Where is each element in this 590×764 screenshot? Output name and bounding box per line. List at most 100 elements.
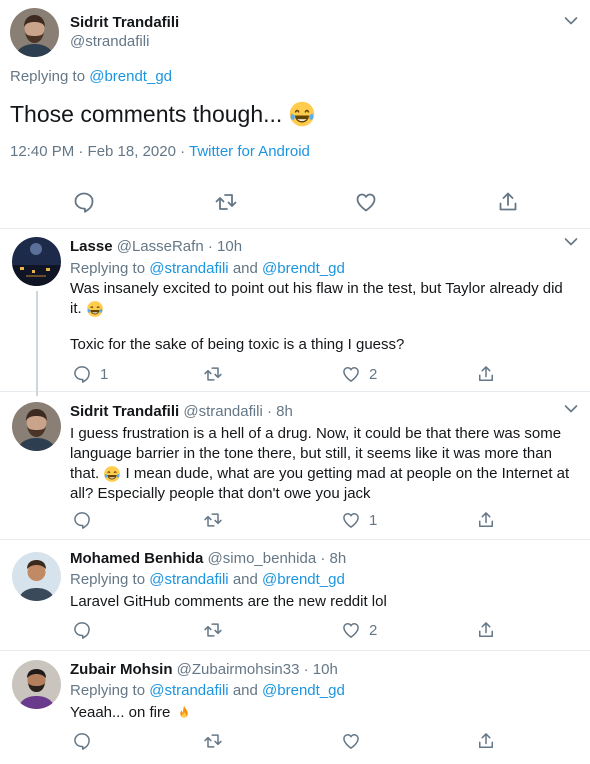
share-button[interactable]	[476, 731, 496, 751]
author-handle[interactable]: @strandafili	[183, 403, 262, 420]
share-button[interactable]	[476, 620, 496, 640]
like-button[interactable]: 2	[341, 364, 377, 384]
tweet-source[interactable]: Twitter for Android	[189, 143, 310, 160]
share-button[interactable]	[476, 510, 496, 530]
reply-line: language barrier in the tone there, but …	[70, 445, 552, 462]
reply-icon	[72, 190, 96, 214]
author-name[interactable]: Sidrit Trandafili	[70, 14, 179, 31]
reply-line: Toxic for the sake of being toxic is a t…	[70, 336, 405, 353]
retweet-button[interactable]	[214, 190, 238, 214]
like-count: 2	[369, 365, 378, 383]
like-icon	[341, 731, 361, 751]
caret-down-icon[interactable]	[564, 16, 578, 26]
reply-actions: 1 2	[0, 362, 590, 386]
author-handle[interactable]: @simo_benhida	[208, 550, 317, 567]
like-button[interactable]	[354, 190, 378, 214]
like-icon	[341, 364, 361, 384]
retweet-button[interactable]	[203, 510, 223, 530]
replying-prefix: Replying to	[70, 260, 150, 277]
reply-body: Laravel GitHub comments are the new redd…	[70, 592, 575, 612]
retweet-button[interactable]	[203, 620, 223, 640]
reply-button[interactable]	[72, 731, 92, 751]
reply-button[interactable]	[72, 190, 96, 214]
share-icon	[476, 510, 496, 530]
author-handle[interactable]: @LasseRafn	[117, 238, 204, 255]
reply-button[interactable]	[72, 510, 92, 530]
reply-icon	[72, 731, 92, 751]
author-handle[interactable]: @Zubairmohsin33	[177, 661, 300, 678]
reply-tweet: Mohamed Benhida @simo_benhida · 8h Reply…	[0, 540, 590, 651]
retweet-button[interactable]	[203, 731, 223, 751]
replying-to: Replying to @strandafili and @brendt_gd	[70, 682, 345, 699]
laughing-emoji-icon	[103, 465, 121, 483]
replying-and: and	[228, 260, 263, 277]
retweet-icon	[203, 620, 223, 640]
replying-prefix: Replying to	[70, 571, 150, 588]
replying-link[interactable]: @brendt_gd	[89, 68, 172, 85]
reply-count: 1	[100, 365, 109, 383]
like-button[interactable]	[341, 731, 361, 751]
reply-button[interactable]: 1	[72, 364, 108, 384]
retweet-icon	[203, 731, 223, 751]
replying-prefix: Replying to	[70, 682, 150, 699]
author-name[interactable]: Zubair Mohsin	[70, 661, 173, 678]
retweet-icon	[203, 364, 223, 384]
author-name[interactable]: Mohamed Benhida	[70, 550, 203, 567]
like-count: 1	[369, 511, 378, 529]
reply-actions	[0, 729, 590, 753]
replying-link[interactable]: @brendt_gd	[262, 571, 345, 588]
laughing-emoji-icon	[288, 100, 316, 128]
avatar[interactable]	[12, 402, 61, 451]
share-icon	[496, 190, 520, 214]
reply-body: Yeaah... on fire	[70, 703, 575, 723]
reply-header: Zubair Mohsin @Zubairmohsin33 · 10h	[70, 661, 338, 678]
caret-down-icon[interactable]	[564, 237, 578, 247]
reply-line: it.	[70, 300, 82, 317]
replying-and: and	[228, 682, 263, 699]
retweet-button[interactable]	[203, 364, 223, 384]
share-button[interactable]	[496, 190, 520, 214]
reply-icon	[72, 620, 92, 640]
reply-line-with-emoji: that. I mean dude, what are you getting …	[70, 464, 575, 484]
reply-body: I guess frustration is a hell of a drug.…	[70, 424, 575, 504]
reply-time[interactable]: · 10h	[304, 661, 338, 678]
reply-body: Was insanely excited to point out his fl…	[70, 279, 575, 355]
main-actions	[0, 187, 590, 217]
replying-prefix: Replying to	[10, 68, 90, 85]
avatar[interactable]	[12, 552, 61, 601]
caret-down-icon[interactable]	[564, 404, 578, 414]
share-icon	[476, 731, 496, 751]
reply-actions: 2	[0, 618, 590, 642]
author-name[interactable]: Sidrit Trandafili	[70, 403, 179, 420]
avatar[interactable]	[10, 8, 59, 57]
reply-time[interactable]: · 10h	[208, 238, 242, 255]
reply-line-with-emoji: Yeaah... on fire	[70, 703, 575, 723]
reply-time[interactable]: · 8h	[320, 550, 346, 567]
reply-line: Yeaah... on fire	[70, 704, 171, 721]
main-tweet: Sidrit Trandafili @strandafili Replying …	[0, 0, 590, 229]
reply-line: I guess frustration is a hell of a drug.…	[70, 425, 562, 442]
avatar[interactable]	[12, 237, 61, 286]
retweet-icon	[214, 190, 238, 214]
reply-actions: 1	[0, 508, 590, 532]
reply-time[interactable]: · 8h	[267, 403, 293, 420]
replying-to: Replying to @brendt_gd	[10, 68, 172, 85]
replying-link[interactable]: @strandafili	[149, 682, 228, 699]
reply-button[interactable]	[72, 620, 92, 640]
reply-line: all? Especially people that don't owe yo…	[70, 485, 371, 502]
author-handle[interactable]: @strandafili	[70, 33, 149, 50]
replying-link[interactable]: @brendt_gd	[262, 682, 345, 699]
avatar[interactable]	[12, 660, 61, 709]
replying-link[interactable]: @strandafili	[149, 260, 228, 277]
replying-link[interactable]: @brendt_gd	[262, 260, 345, 277]
share-button[interactable]	[476, 364, 496, 384]
tweet-text-content: Those comments though...	[10, 100, 283, 127]
reply-icon	[72, 510, 92, 530]
like-button[interactable]: 1	[341, 510, 377, 530]
author-name[interactable]: Lasse	[70, 238, 113, 255]
timestamp[interactable]: 12:40 PM · Feb 18, 2020 ·	[10, 143, 189, 160]
like-button[interactable]: 2	[341, 620, 377, 640]
reply-tweet: Sidrit Trandafili @strandafili · 8h I gu…	[0, 392, 590, 540]
replying-link[interactable]: @strandafili	[149, 571, 228, 588]
reply-tweet: Lasse @LasseRafn · 10h Replying to @stra…	[0, 229, 590, 396]
